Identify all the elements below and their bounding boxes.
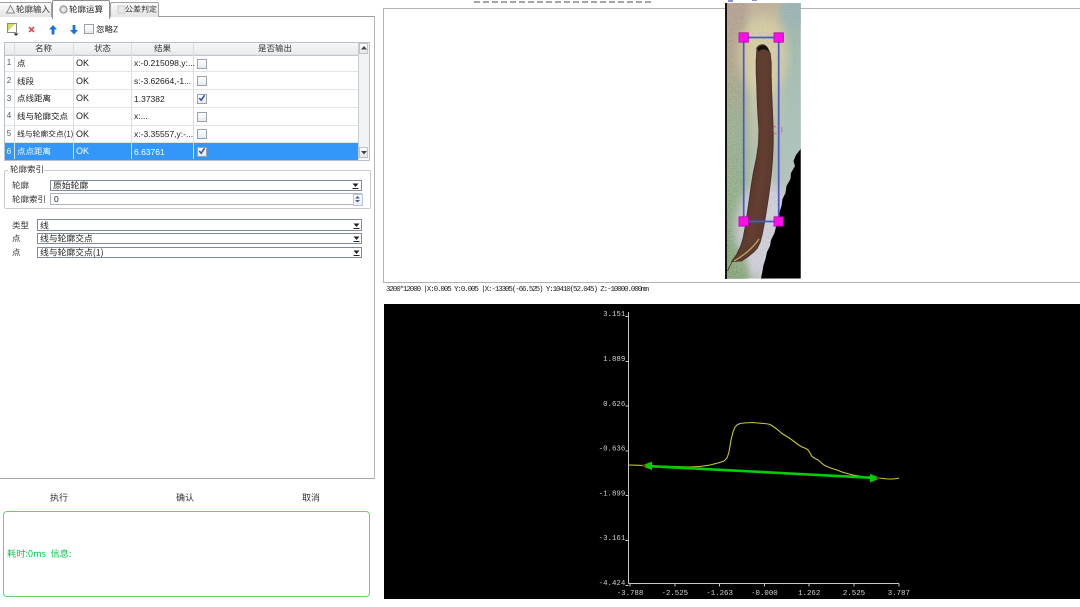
svg-text:-0.000: -0.000 xyxy=(751,590,778,598)
svg-text:3.787: 3.787 xyxy=(888,590,910,598)
svg-text:2.525: 2.525 xyxy=(843,590,865,598)
svg-text:1.262: 1.262 xyxy=(798,590,820,598)
svg-text:-2.525: -2.525 xyxy=(661,590,688,598)
svg-text:0.626: 0.626 xyxy=(603,401,625,409)
svg-text:-3.788: -3.788 xyxy=(617,590,644,598)
svg-text:-1.263: -1.263 xyxy=(706,590,733,598)
svg-text:-4.424: -4.424 xyxy=(599,580,626,588)
svg-text:-3.161: -3.161 xyxy=(599,535,626,543)
svg-text:3.151: 3.151 xyxy=(603,311,626,319)
svg-text:-1.899: -1.899 xyxy=(599,490,626,498)
svg-text:1.889: 1.889 xyxy=(603,356,625,364)
svg-text:-0.636: -0.636 xyxy=(599,446,626,454)
